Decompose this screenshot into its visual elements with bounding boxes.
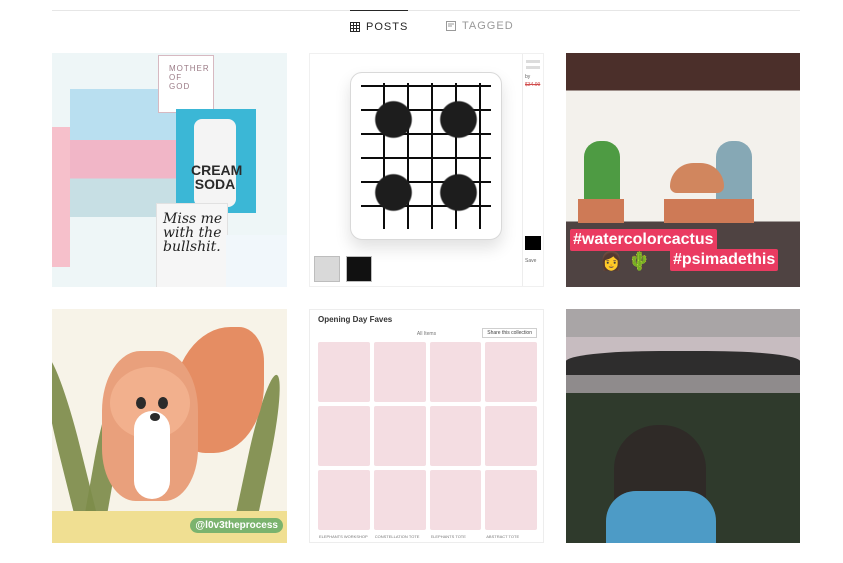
- collage-pink-strip: [52, 127, 70, 267]
- collection-item[interactable]: ABSTRACT TOTE: [485, 470, 537, 539]
- collage-quote-text: Miss me with the bullshit.: [163, 211, 223, 255]
- hashtag-watercolorcactus: #watercolorcactus: [570, 229, 717, 251]
- collage-soda-text: CREAM SODA: [191, 162, 243, 192]
- collection-item[interactable]: BEE PATTERN PLATE: [318, 406, 370, 475]
- fox-credit: @l0v3theprocess: [190, 518, 283, 533]
- post-pillow-product[interactable]: by $34.99 Save: [309, 53, 544, 287]
- pot-shape: [578, 199, 624, 223]
- emoji-cactus: 🌵: [628, 251, 651, 271]
- collection-item-label: ELEPHANTS WORKSHOP: [319, 534, 368, 539]
- collection-title: Opening Day Faves: [318, 315, 393, 324]
- sidebar-price: $34.99: [525, 82, 541, 88]
- pillow-image: [350, 72, 502, 240]
- sidebar-buy-button[interactable]: [525, 236, 541, 250]
- collection-item-label: ABSTRACT TOTE: [486, 534, 520, 539]
- sidebar-line: [526, 66, 540, 69]
- fox-eye: [136, 397, 146, 409]
- collection-item[interactable]: NEW PATTERN BAG: [485, 406, 537, 475]
- collection-item[interactable]: FOXTAIL ILLUSTRATION: [318, 342, 370, 411]
- cactus-shape: [584, 141, 620, 207]
- product-sidebar: by $34.99 Save: [522, 54, 543, 286]
- collection-item[interactable]: CONSTELLATION TOTE: [373, 470, 426, 539]
- fox-eye: [158, 397, 168, 409]
- sidebar-save-link[interactable]: Save: [525, 258, 536, 264]
- collection-item[interactable]: TEAL SEASHORE MUG: [373, 342, 426, 411]
- collection-grid: FOXTAIL ILLUSTRATION TEAL SEASHORE MUG L…: [318, 342, 537, 539]
- pot-shape: [708, 199, 754, 223]
- collection-item[interactable]: WHAT IS THE SUN PRINT: [429, 406, 482, 475]
- pillow-pattern: [361, 83, 491, 229]
- cactus-shape: [716, 141, 752, 207]
- tab-posts-label: POSTS: [366, 21, 409, 33]
- hashtag-psimadethis: #psimadethis: [670, 249, 779, 271]
- person-shirt: [606, 491, 716, 543]
- profile-tabs: POSTS TAGGED: [0, 10, 843, 42]
- post-collage[interactable]: MOTHER OF GOD CREAM SODA Miss me with th…: [52, 53, 287, 287]
- collage-palette-card: [226, 235, 287, 287]
- collection-item-label: CONSTELLATION TOTE: [374, 534, 420, 539]
- collection-item[interactable]: WHAT IS THE SUN PRINT: [485, 342, 537, 411]
- tree-line: [566, 351, 800, 377]
- post-cactus[interactable]: #watercolorcactus #psimadethis 👩 🌵: [566, 53, 800, 287]
- collection-item[interactable]: ELEPHANTS TOTE: [429, 470, 482, 539]
- collection-item[interactable]: LITTLE FOX PILLOW: [429, 342, 482, 411]
- water: [566, 375, 800, 393]
- collection-item[interactable]: ELEPHANTS BACKPACK: [373, 406, 426, 475]
- fox-belly: [134, 411, 170, 499]
- collection-item[interactable]: ELEPHANTS WORKSHOP: [318, 470, 370, 539]
- tag-icon: [446, 21, 456, 31]
- video-thumbnail[interactable]: [346, 256, 372, 282]
- grid-icon: [350, 22, 360, 32]
- sidebar-line: [526, 60, 540, 63]
- emoji-woman: 👩: [600, 251, 623, 271]
- tab-tagged-label: TAGGED: [462, 20, 514, 32]
- collection-item-label: ELEPHANTS TOTE: [430, 534, 466, 539]
- fox-nose: [150, 413, 160, 421]
- tab-tagged[interactable]: TAGGED: [446, 10, 514, 42]
- pot-shape: [664, 199, 710, 223]
- product-thumbnails: [314, 256, 372, 282]
- share-collection-button[interactable]: Share this collection: [482, 328, 537, 338]
- sidebar-by: by: [525, 74, 531, 80]
- collage-quote-card: Miss me with the bullshit.: [156, 203, 228, 287]
- collage-mother-text: MOTHER OF GOD: [169, 64, 210, 91]
- tab-posts[interactable]: POSTS: [350, 10, 409, 43]
- thumbnail[interactable]: [314, 256, 340, 282]
- post-fox[interactable]: @l0v3theprocess: [52, 309, 287, 543]
- post-collection-grid[interactable]: Opening Day Faves All Items Share this c…: [309, 309, 544, 543]
- collage-mother-card: MOTHER OF GOD: [158, 55, 214, 113]
- post-field-photo[interactable]: [566, 309, 800, 543]
